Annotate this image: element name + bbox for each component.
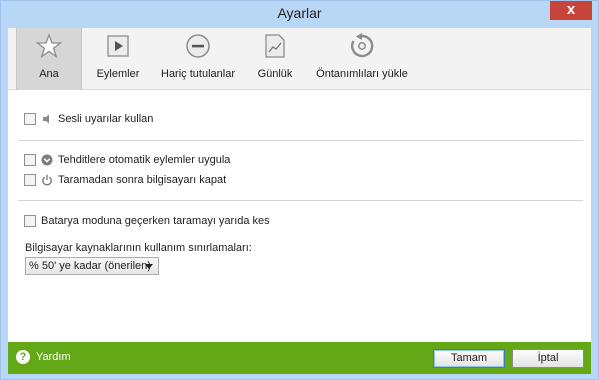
shutdown-checkbox[interactable] xyxy=(24,174,36,186)
sound-alerts-checkbox[interactable] xyxy=(24,113,36,125)
ok-button[interactable]: Tamam xyxy=(433,349,505,368)
tab-label: Günlük xyxy=(257,68,293,80)
close-button[interactable]: x xyxy=(550,1,592,20)
minus-circle-icon xyxy=(185,33,211,59)
option-battery-mode[interactable]: Batarya moduna geçerken taramayı yarıda … xyxy=(24,213,270,229)
power-icon xyxy=(41,174,53,186)
reset-icon xyxy=(349,33,375,59)
battery-mode-checkbox[interactable] xyxy=(24,215,36,227)
tab-label: Öntanımlıları yükle xyxy=(316,68,408,80)
tab-toolbar: Ana Eylemler Hariç tutulanlar Günlük Önt… xyxy=(8,28,591,90)
chevron-circle-icon xyxy=(41,154,53,166)
tab-exclusions[interactable]: Hariç tutulanlar xyxy=(158,28,238,90)
shutdown-label: Taramadan sonra bilgisayarı kapat xyxy=(58,174,227,186)
battery-mode-label: Batarya moduna geçerken taramayı yarıda … xyxy=(41,215,270,227)
speaker-icon xyxy=(41,113,53,125)
tab-load-defaults[interactable]: Öntanımlıları yükle xyxy=(313,28,411,90)
help-label: Yardım xyxy=(36,351,71,363)
star-icon xyxy=(35,33,63,59)
footer-bar: ? Yardım Tamam İptal xyxy=(8,342,591,374)
log-chart-icon xyxy=(262,33,288,59)
option-shutdown[interactable]: Taramadan sonra bilgisayarı kapat xyxy=(24,172,226,188)
window-frame-left xyxy=(1,28,8,379)
tab-label: Hariç tutulanlar xyxy=(161,68,235,80)
chevron-down-icon xyxy=(145,264,153,269)
option-auto-actions[interactable]: Tehditlere otomatik eylemler uygula xyxy=(24,152,230,168)
tab-actions[interactable]: Eylemler xyxy=(88,28,148,90)
resource-limit-dropdown[interactable]: % 50' ye kadar (önerilen) xyxy=(25,257,159,275)
settings-content: Ana Eylemler Hariç tutulanlar Günlük Önt… xyxy=(8,28,591,374)
auto-actions-label: Tehditlere otomatik eylemler uygula xyxy=(58,154,231,166)
tab-home[interactable]: Ana xyxy=(16,28,82,90)
sound-alerts-label: Sesli uyarılar kullan xyxy=(58,113,154,125)
title-bar: Ayarlar x xyxy=(1,1,598,28)
tab-log[interactable]: Günlük xyxy=(248,28,302,90)
window-frame-right xyxy=(591,28,598,379)
separator xyxy=(18,200,583,201)
help-icon: ? xyxy=(16,350,30,364)
tab-label: Eylemler xyxy=(96,68,140,80)
resource-limit-value: % 50' ye kadar (önerilen) xyxy=(29,260,151,272)
window-title: Ayarlar xyxy=(277,5,322,21)
option-sound-alerts[interactable]: Sesli uyarılar kullan xyxy=(24,111,153,127)
resource-limit-label: Bilgisayar kaynaklarının kullanım sınırl… xyxy=(25,242,252,254)
settings-window: Ayarlar x Ana Eylemler Hariç tutulanlar … xyxy=(0,0,599,380)
close-icon: x xyxy=(566,1,576,18)
play-icon xyxy=(105,33,131,59)
separator xyxy=(18,140,583,141)
cancel-button[interactable]: İptal xyxy=(512,349,584,368)
auto-actions-checkbox[interactable] xyxy=(24,154,36,166)
tab-label: Ana xyxy=(39,68,59,80)
help-link[interactable]: ? Yardım xyxy=(16,350,71,364)
